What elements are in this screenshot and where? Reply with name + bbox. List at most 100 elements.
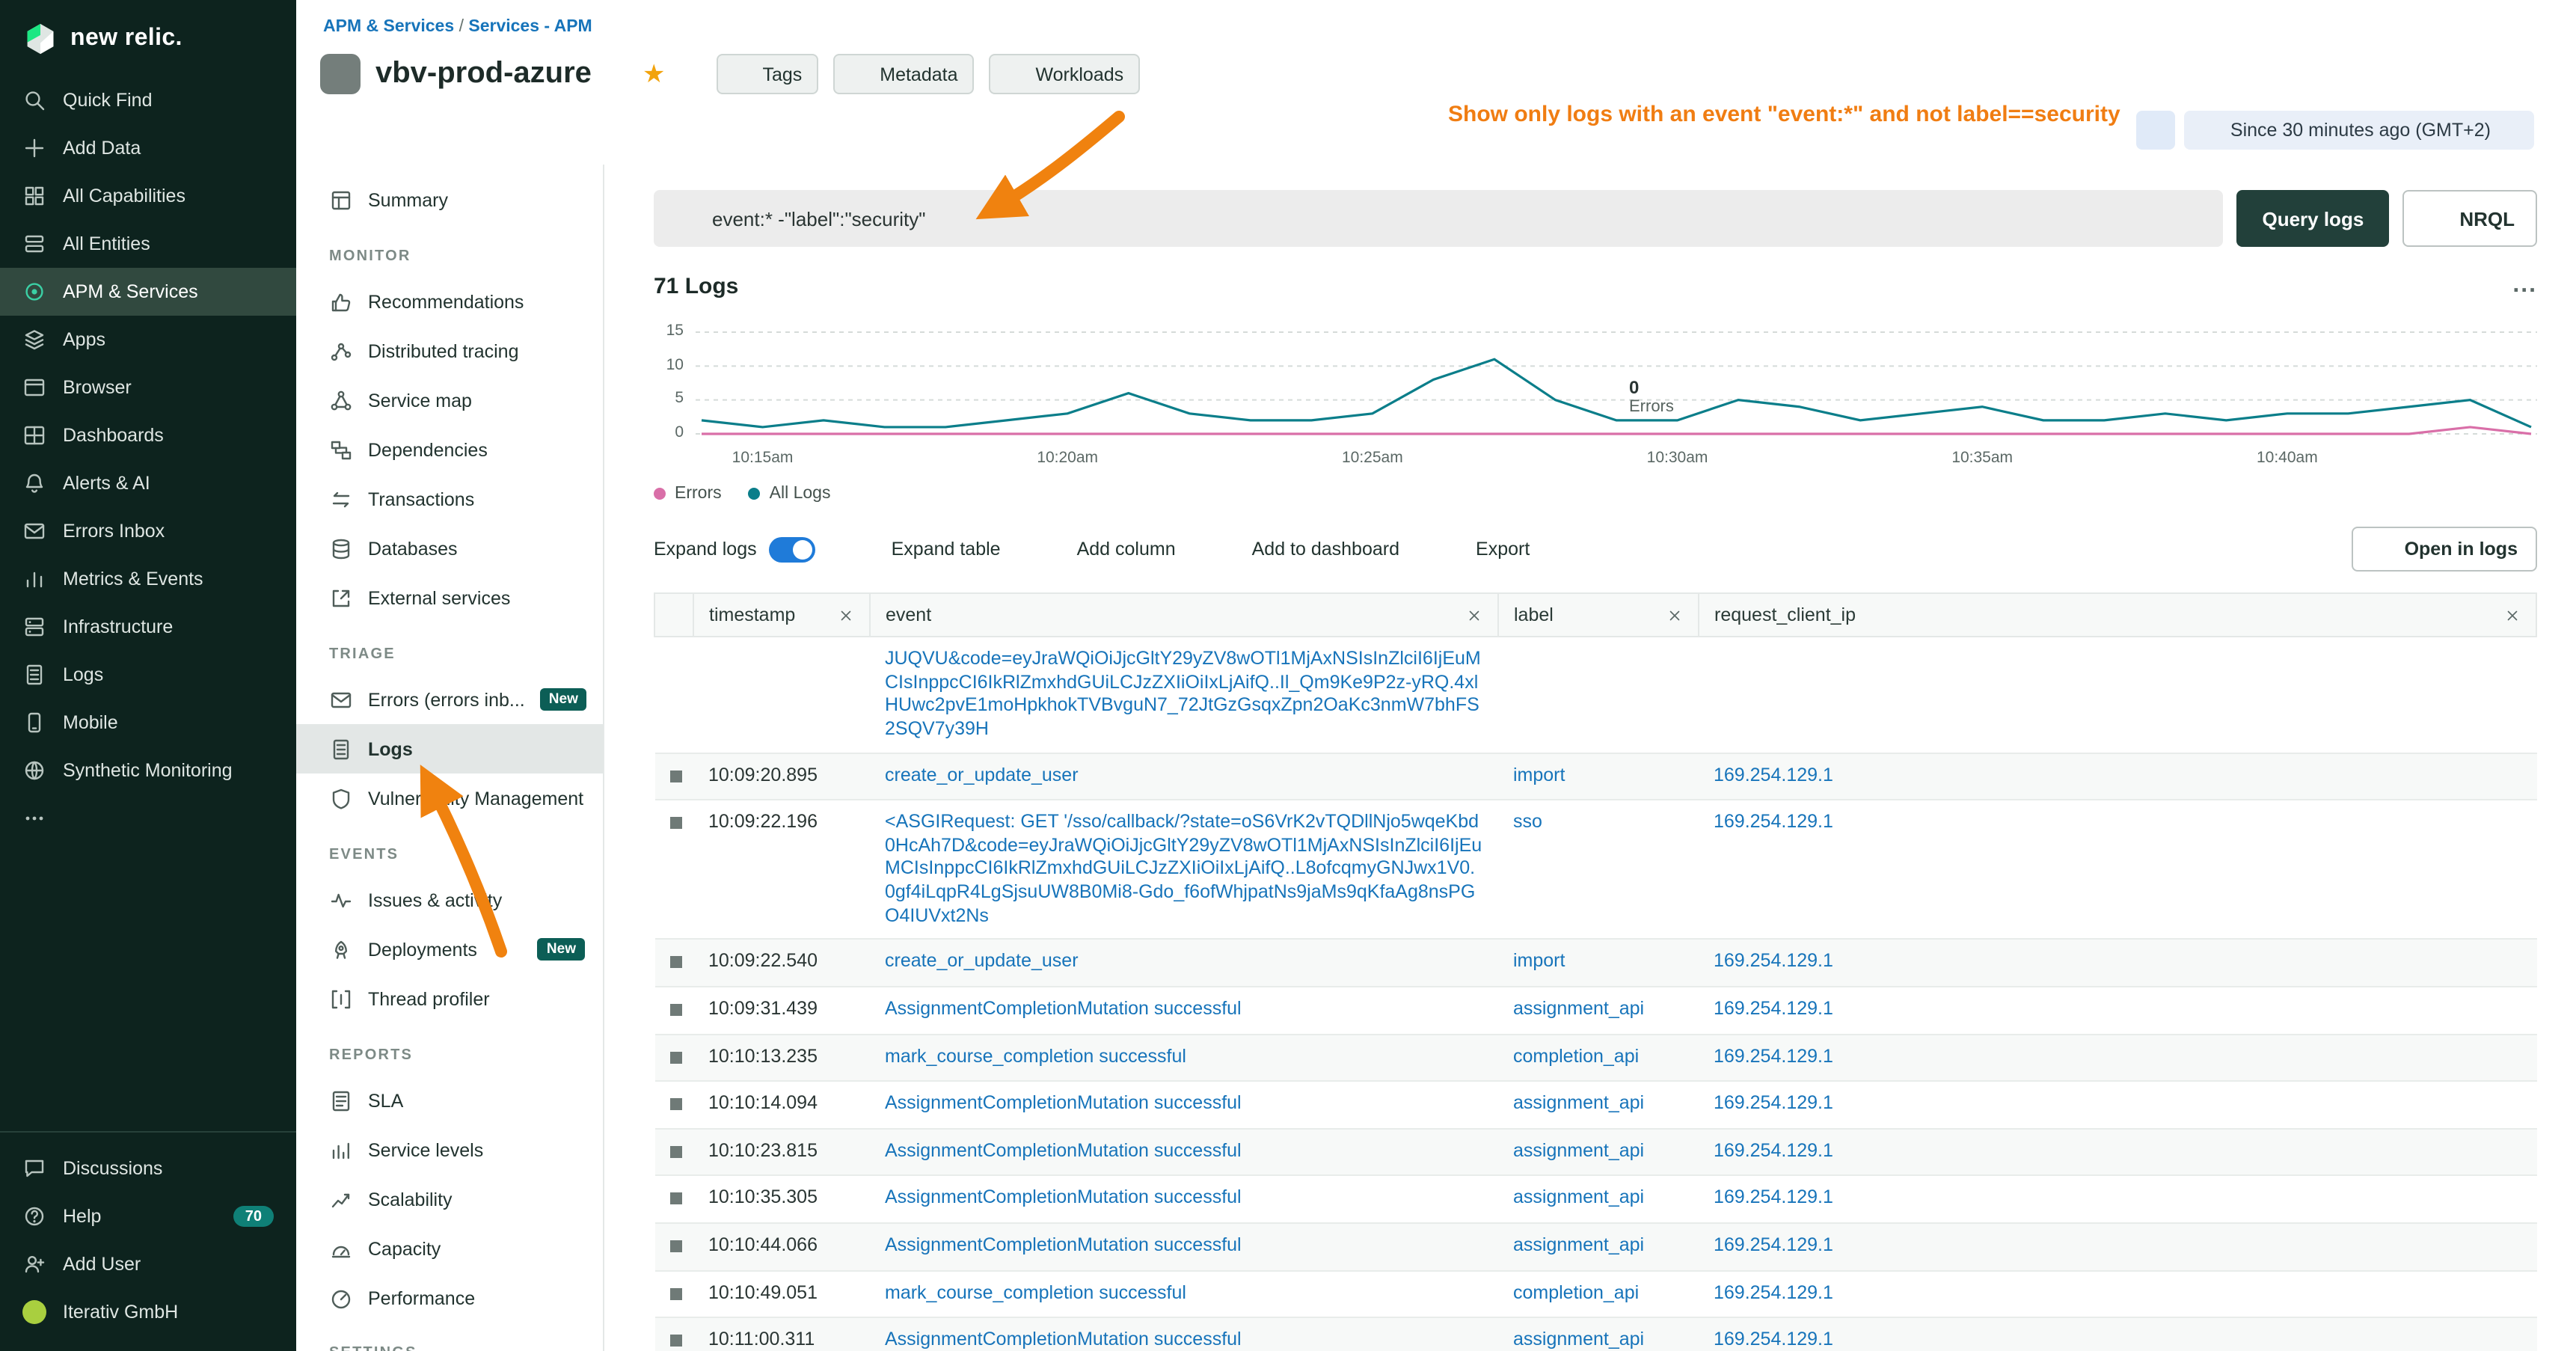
subnav-item-dependencies[interactable]: Dependencies <box>296 425 603 474</box>
subnav-item-service-levels[interactable]: Service levels <box>296 1125 603 1174</box>
ip-link[interactable]: 169.254.129.1 <box>1714 998 1833 1019</box>
workloads-button[interactable]: Workloads <box>990 54 1141 94</box>
sidebar-item-synthetic-monitoring[interactable]: Synthetic Monitoring <box>0 747 296 794</box>
ip-link[interactable]: 169.254.129.1 <box>1714 764 1833 785</box>
label-link[interactable]: assignment_api <box>1513 1140 1644 1161</box>
subnav-item-errors-errors-inb[interactable]: Errors (errors inb...New <box>296 675 603 724</box>
event-link[interactable]: create_or_update_user <box>885 764 1079 785</box>
row-marker[interactable] <box>669 957 681 969</box>
subnav-item-sla[interactable]: SLA <box>296 1076 603 1125</box>
legend-item-all-logs[interactable]: All Logs <box>749 485 831 503</box>
expand-table-button[interactable]: Expand table <box>857 538 1001 560</box>
ip-link[interactable]: 169.254.129.1 <box>1714 1045 1833 1066</box>
breadcrumb-services-apm[interactable]: Services - APM <box>468 18 592 36</box>
help-circle-icon[interactable] <box>2468 18 2494 43</box>
row-marker[interactable] <box>669 1335 681 1347</box>
subnav-item-thread-profiler[interactable]: Thread profiler <box>296 974 603 1023</box>
row-marker[interactable] <box>669 1287 681 1299</box>
time-back-button[interactable] <box>2136 111 2175 150</box>
panel-more-menu-icon[interactable]: ... <box>2512 282 2537 292</box>
time-range-picker[interactable]: Since 30 minutes ago (GMT+2) <box>2184 111 2534 150</box>
sidebar-item-apps[interactable]: Apps <box>0 316 296 364</box>
ip-link[interactable]: 169.254.129.1 <box>1714 1234 1833 1255</box>
subnav-item-distributed-tracing[interactable]: Distributed tracing <box>296 326 603 376</box>
sidebar-item-logs[interactable]: Logs <box>0 651 296 699</box>
add-to-dashboard-button[interactable]: Add to dashboard <box>1218 538 1399 560</box>
subnav-item-capacity[interactable]: Capacity <box>296 1224 603 1273</box>
label-link[interactable]: assignment_api <box>1513 1092 1644 1113</box>
event-link[interactable]: JUQVU&code=eyJraWQiOiJjcGltY29yZV8wOTl1M… <box>885 648 1481 739</box>
title-chevron-down-icon[interactable] <box>607 65 625 83</box>
favorite-star-icon[interactable]: ★ <box>643 61 666 87</box>
row-marker[interactable] <box>669 770 681 782</box>
event-link[interactable]: AssignmentCompletionMutation successful <box>885 1092 1242 1113</box>
row-marker[interactable] <box>669 1004 681 1016</box>
tags-button[interactable]: Tags <box>716 54 818 94</box>
label-link[interactable]: assignment_api <box>1513 998 1644 1019</box>
sidebar-item-all-entities[interactable]: All Entities <box>0 220 296 268</box>
ip-link[interactable]: 169.254.129.1 <box>1714 1140 1833 1161</box>
ip-link[interactable]: 169.254.129.1 <box>1714 811 1833 832</box>
row-marker[interactable] <box>669 1240 681 1252</box>
breadcrumb-apm-services[interactable]: APM & Services <box>323 18 454 36</box>
ip-link[interactable]: 169.254.129.1 <box>1714 1187 1833 1208</box>
label-link[interactable]: import <box>1513 764 1565 785</box>
label-link[interactable]: assignment_api <box>1513 1329 1644 1350</box>
subnav-item-transactions[interactable]: Transactions <box>296 474 603 524</box>
time-forward-button[interactable] <box>2543 120 2564 141</box>
subnav-item-service-map[interactable]: Service map <box>296 376 603 425</box>
sidebar-footer-iterativ-gmbh[interactable]: Iterativ GmbH <box>0 1288 296 1336</box>
event-link[interactable]: <ASGIRequest: GET '/sso/callback/?state=… <box>885 811 1482 925</box>
event-link[interactable]: mark_course_completion successful <box>885 1045 1186 1066</box>
clear-query-icon[interactable] <box>2181 207 2204 230</box>
label-link[interactable]: sso <box>1513 811 1542 832</box>
expand-logs-toggle[interactable] <box>769 536 815 562</box>
ip-link[interactable]: 169.254.129.1 <box>1714 951 1833 972</box>
subnav-item-summary[interactable]: Summary <box>296 175 603 224</box>
sidebar-footer-help[interactable]: Help70 <box>0 1192 296 1240</box>
ip-link[interactable]: 169.254.129.1 <box>1714 1281 1833 1302</box>
row-marker[interactable] <box>669 1098 681 1110</box>
nrql-button[interactable]: NRQL <box>2402 190 2537 247</box>
add-column-button[interactable]: Add column <box>1043 538 1176 560</box>
label-link[interactable]: import <box>1513 951 1565 972</box>
column-close-label[interactable] <box>1666 607 1683 623</box>
column-close-request-client-ip[interactable] <box>2504 607 2521 623</box>
event-link[interactable]: AssignmentCompletionMutation successful <box>885 998 1242 1019</box>
label-link[interactable]: assignment_api <box>1513 1234 1644 1255</box>
sidebar-item-item[interactable] <box>0 794 296 842</box>
row-marker[interactable] <box>669 817 681 829</box>
row-marker[interactable] <box>669 1051 681 1063</box>
subnav-item-performance[interactable]: Performance <box>296 1273 603 1323</box>
permalink-icon[interactable] <box>2518 18 2543 43</box>
sidebar-footer-discussions[interactable]: Discussions <box>0 1145 296 1192</box>
sidebar-item-metrics-events[interactable]: Metrics & Events <box>0 555 296 603</box>
event-link[interactable]: create_or_update_user <box>885 951 1079 972</box>
sidebar-item-add-data[interactable]: Add Data <box>0 124 296 172</box>
sidebar-item-all-capabilities[interactable]: All Capabilities <box>0 172 296 220</box>
subnav-item-scalability[interactable]: Scalability <box>296 1174 603 1224</box>
open-in-logs-button[interactable]: Open in logs <box>2352 527 2537 572</box>
event-link[interactable]: AssignmentCompletionMutation successful <box>885 1329 1242 1350</box>
event-link[interactable]: AssignmentCompletionMutation successful <box>885 1140 1242 1161</box>
sidebar-item-browser[interactable]: Browser <box>0 364 296 411</box>
subnav-item-recommendations[interactable]: Recommendations <box>296 277 603 326</box>
sidebar-item-apm-services[interactable]: APM & Services <box>0 268 296 316</box>
sidebar-item-infrastructure[interactable]: Infrastructure <box>0 603 296 651</box>
sidebar-item-quick-find[interactable]: Quick Find <box>0 76 296 124</box>
subnav-item-databases[interactable]: Databases <box>296 524 603 573</box>
subnav-item-vulnerability-management[interactable]: Vulnerability Management <box>296 773 603 823</box>
sidebar-item-dashboards[interactable]: Dashboards <box>0 411 296 459</box>
sidebar-item-mobile[interactable]: Mobile <box>0 699 296 747</box>
subnav-item-external-services[interactable]: External services <box>296 573 603 622</box>
row-marker[interactable] <box>669 1193 681 1205</box>
new-relic-logo[interactable]: new relic. <box>0 0 296 76</box>
event-link[interactable]: mark_course_completion successful <box>885 1281 1186 1302</box>
label-link[interactable]: completion_api <box>1513 1045 1639 1066</box>
column-close-event[interactable] <box>1466 607 1482 623</box>
export-button[interactable]: Export <box>1441 538 1530 560</box>
query-logs-button[interactable]: Query logs <box>2236 190 2389 247</box>
column-close-timestamp[interactable] <box>838 607 854 623</box>
row-marker[interactable] <box>669 1146 681 1158</box>
event-link[interactable]: AssignmentCompletionMutation successful <box>885 1187 1242 1208</box>
